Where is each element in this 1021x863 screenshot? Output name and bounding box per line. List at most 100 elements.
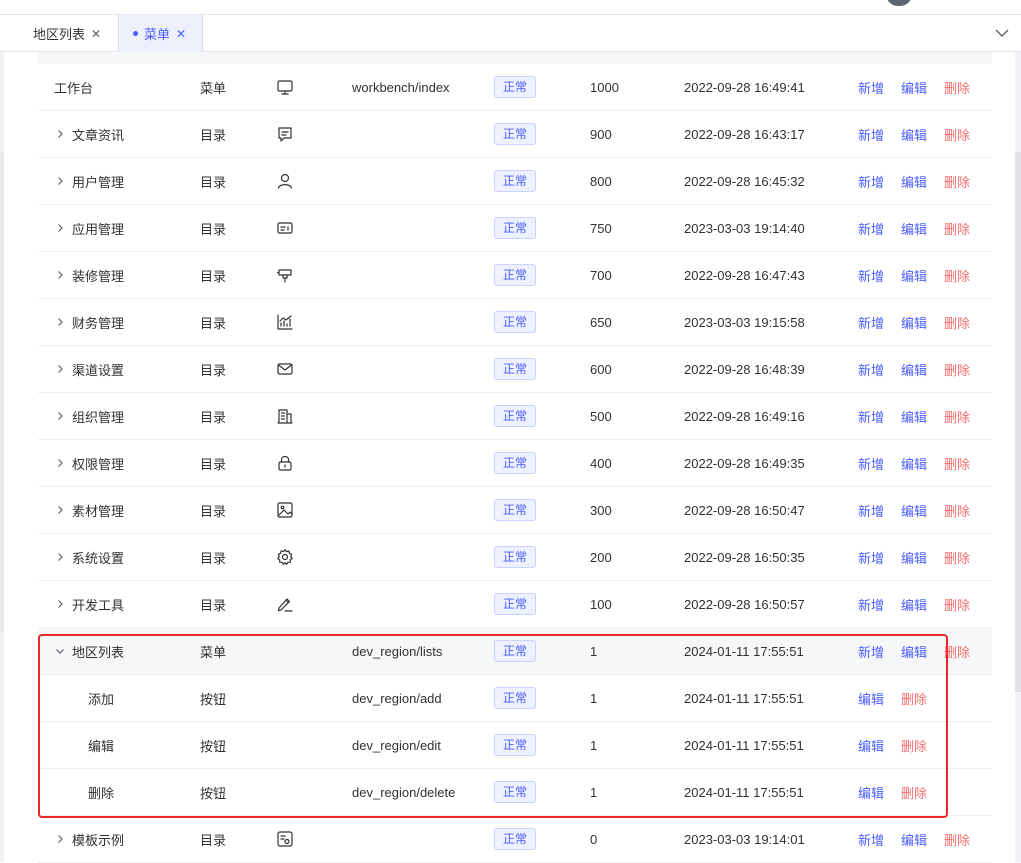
chevron-right-icon[interactable]: [54, 833, 66, 845]
delete-button[interactable]: 删除: [944, 454, 970, 473]
edit-button[interactable]: 编辑: [901, 172, 927, 191]
edit-button[interactable]: 编辑: [901, 78, 927, 97]
delete-button[interactable]: 删除: [944, 830, 970, 849]
left-scrollbar[interactable]: [0, 52, 4, 862]
delete-button[interactable]: 删除: [944, 266, 970, 285]
delete-button[interactable]: 删除: [944, 642, 970, 661]
delete-button[interactable]: 删除: [944, 595, 970, 614]
table-row[interactable]: 用户管理 目录 正常 800 2022-09-28 16:45:32 新增 编辑 删除: [38, 158, 992, 205]
edit-button[interactable]: 编辑: [901, 830, 927, 849]
table-row[interactable]: 渠道设置 目录 正常 600 2022-09-28 16:48:39 新增 编辑 删除: [38, 346, 992, 393]
menu-table: 工作台 菜单 workbench/index 正常 1000 2022-09-28 16:…: [38, 52, 992, 863]
edit-button[interactable]: 编辑: [901, 266, 927, 285]
delete-button[interactable]: 删除: [901, 736, 927, 755]
add-button[interactable]: 新增: [858, 78, 884, 97]
menu-name: 编辑: [88, 738, 115, 754]
delete-button[interactable]: 删除: [944, 125, 970, 144]
right-scrollbar[interactable]: [1015, 52, 1021, 862]
table-row[interactable]: 系统设置 目录 正常 200 2022-09-28 16:50:35 新增 编辑 删除: [38, 534, 992, 581]
edit-button[interactable]: 编辑: [858, 736, 884, 755]
add-button[interactable]: 新增: [858, 595, 884, 614]
avatar[interactable]: [886, 0, 912, 6]
status-cell: 正常: [494, 769, 537, 815]
edit-button[interactable]: 编辑: [901, 360, 927, 379]
table-row[interactable]: 开发工具 目录 正常 100 2022-09-28 16:50:57 新增 编辑 删除: [38, 581, 992, 628]
table-row[interactable]: 应用管理 目录 正常 750 2023-03-03 19:14:40 新增 编辑 删除: [38, 205, 992, 252]
delete-button[interactable]: 删除: [944, 360, 970, 379]
edit-button[interactable]: 编辑: [901, 548, 927, 567]
menu-path: dev_region/add: [352, 690, 442, 706]
add-button[interactable]: 新增: [858, 125, 884, 144]
edit-button[interactable]: 编辑: [858, 783, 884, 802]
chevron-right-icon[interactable]: [54, 598, 66, 610]
message-icon: [274, 111, 296, 157]
table-row[interactable]: 模板示例 目录 正常 0 2023-03-03 19:14:01 新增 编辑 删除: [38, 816, 992, 863]
menu-name-cell: 应用管理: [54, 205, 124, 251]
table-row[interactable]: 权限管理 目录 正常 400 2022-09-28 16:49:35 新增 编辑 删除: [38, 440, 992, 487]
table-row[interactable]: 添加 按钮 dev_region/add 正常 1 2024-01-11 17:55:51…: [38, 675, 992, 722]
add-button[interactable]: 新增: [858, 454, 884, 473]
table-row[interactable]: 删除 按钮 dev_region/delete 正常 1 2024-01-11 17:55…: [38, 769, 992, 816]
edit-button[interactable]: 编辑: [901, 454, 927, 473]
edit-button[interactable]: 编辑: [901, 501, 927, 520]
delete-button[interactable]: 删除: [901, 689, 927, 708]
delete-button[interactable]: 删除: [901, 783, 927, 802]
chevron-right-icon[interactable]: [54, 222, 66, 234]
add-button[interactable]: 新增: [858, 501, 884, 520]
add-button[interactable]: 新增: [858, 266, 884, 285]
chevron-right-icon[interactable]: [54, 175, 66, 187]
chevron-down-icon[interactable]: [992, 23, 1012, 43]
table-row[interactable]: 组织管理 目录 正常 500 2022-09-28 16:49:16 新增 编辑 删除: [38, 393, 992, 440]
chevron-right-icon[interactable]: [54, 504, 66, 516]
table-row[interactable]: 财务管理 目录 正常 650 2023-03-03 19:15:58 新增 编辑 删除: [38, 299, 992, 346]
table-row[interactable]: 工作台 菜单 workbench/index 正常 1000 2022-09-28 16:…: [38, 64, 992, 111]
tab-region-list[interactable]: 地区列表 ✕: [24, 15, 118, 52]
table-row[interactable]: 编辑 按钮 dev_region/edit 正常 1 2024-01-11 17:55:5…: [38, 722, 992, 769]
actions-cell: 新增 编辑 删除: [858, 111, 987, 157]
chevron-right-icon[interactable]: [54, 269, 66, 281]
add-button[interactable]: 新增: [858, 313, 884, 332]
table-row[interactable]: 文章资讯 目录 正常 900 2022-09-28 16:43:17 新增 编辑 删除: [38, 111, 992, 158]
close-icon[interactable]: ✕: [176, 27, 186, 41]
add-button[interactable]: 新增: [858, 219, 884, 238]
chevron-down-icon[interactable]: [54, 645, 66, 657]
actions-cell: 新增 编辑 删除: [858, 534, 987, 580]
delete-button[interactable]: 删除: [944, 548, 970, 567]
table-row[interactable]: 地区列表 菜单 dev_region/lists 正常 1 2024-01-11 17:5…: [38, 628, 992, 675]
edit-button[interactable]: 编辑: [858, 689, 884, 708]
status-badge: 正常: [494, 593, 537, 615]
actions-cell: 新增 编辑 删除: [858, 252, 987, 298]
edit-button[interactable]: 编辑: [901, 219, 927, 238]
chevron-right-icon[interactable]: [54, 410, 66, 422]
add-button[interactable]: 新增: [858, 548, 884, 567]
edit-button[interactable]: 编辑: [901, 642, 927, 661]
chevron-right-icon[interactable]: [54, 316, 66, 328]
edit-button[interactable]: 编辑: [901, 125, 927, 144]
edit-button[interactable]: 编辑: [901, 407, 927, 426]
tab-menu[interactable]: 菜单 ✕: [118, 15, 203, 52]
chevron-right-icon[interactable]: [54, 128, 66, 140]
delete-button[interactable]: 删除: [944, 172, 970, 191]
edit-button[interactable]: 编辑: [901, 313, 927, 332]
close-icon[interactable]: ✕: [91, 27, 101, 41]
menu-name: 文章资讯: [72, 127, 125, 143]
status-cell: 正常: [494, 252, 537, 298]
add-button[interactable]: 新增: [858, 407, 884, 426]
chevron-right-icon[interactable]: [54, 457, 66, 469]
table-row[interactable]: 素材管理 目录 正常 300 2022-09-28 16:50:47 新增 编辑 删除: [38, 487, 992, 534]
add-button[interactable]: 新增: [858, 642, 884, 661]
chevron-right-icon[interactable]: [54, 551, 66, 563]
add-button[interactable]: 新增: [858, 172, 884, 191]
actions-cell: 新增 编辑 删除: [858, 393, 987, 439]
status-badge: 正常: [494, 499, 537, 521]
delete-button[interactable]: 删除: [944, 78, 970, 97]
delete-button[interactable]: 删除: [944, 407, 970, 426]
delete-button[interactable]: 删除: [944, 219, 970, 238]
delete-button[interactable]: 删除: [944, 313, 970, 332]
chevron-right-icon[interactable]: [54, 363, 66, 375]
add-button[interactable]: 新增: [858, 360, 884, 379]
edit-button[interactable]: 编辑: [901, 595, 927, 614]
add-button[interactable]: 新增: [858, 830, 884, 849]
delete-button[interactable]: 删除: [944, 501, 970, 520]
table-row[interactable]: 装修管理 目录 正常 700 2022-09-28 16:47:43 新增 编辑 删除: [38, 252, 992, 299]
